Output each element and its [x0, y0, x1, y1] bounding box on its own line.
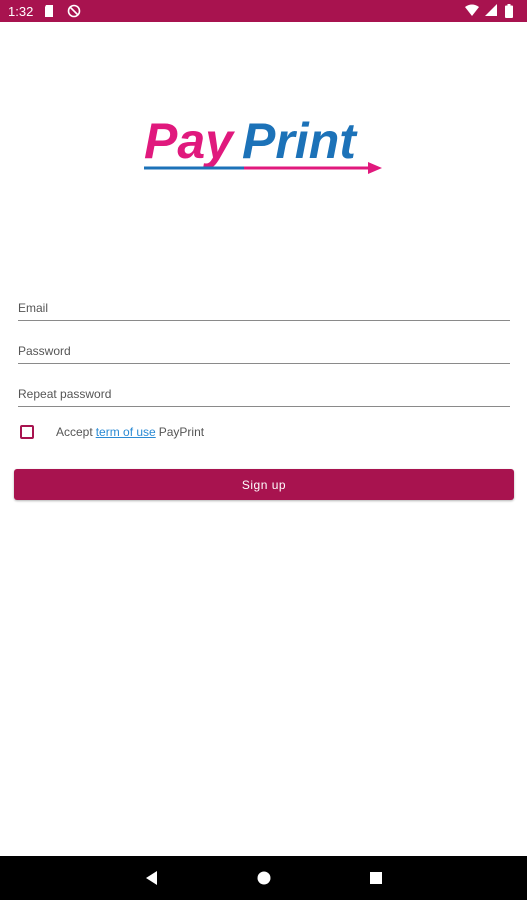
back-icon[interactable] — [143, 869, 161, 887]
sync-disabled-icon — [67, 4, 81, 18]
logo-arrow-head — [368, 162, 382, 174]
battery-icon — [505, 4, 519, 18]
terms-of-use-link[interactable]: term of use — [96, 425, 156, 439]
sd-card-icon — [43, 4, 57, 18]
accept-suffix: PayPrint — [158, 425, 205, 439]
status-bar: 1:32 — [0, 0, 527, 22]
home-icon[interactable] — [255, 869, 273, 887]
signal-icon — [485, 4, 499, 18]
status-time: 1:32 — [8, 3, 34, 19]
recents-icon[interactable] — [367, 869, 385, 887]
logo-text-print: Print — [242, 113, 358, 169]
repeat-password-input[interactable] — [18, 381, 510, 406]
password-field[interactable] — [18, 338, 510, 364]
logo-text-pay: Pay — [144, 113, 235, 169]
accept-prefix: Accept — [56, 425, 93, 439]
wifi-icon — [465, 4, 479, 18]
navigation-bar — [0, 856, 527, 900]
payprint-logo: Pay Print — [140, 108, 390, 184]
email-input[interactable] — [18, 295, 510, 320]
sign-up-button[interactable]: Sign up — [14, 469, 514, 500]
email-field[interactable] — [18, 295, 510, 321]
accept-terms-row: Accept term of use PayPrint — [20, 422, 204, 442]
repeat-password-field[interactable] — [18, 381, 510, 407]
password-input[interactable] — [18, 338, 510, 363]
accept-terms-checkbox[interactable] — [20, 425, 34, 439]
